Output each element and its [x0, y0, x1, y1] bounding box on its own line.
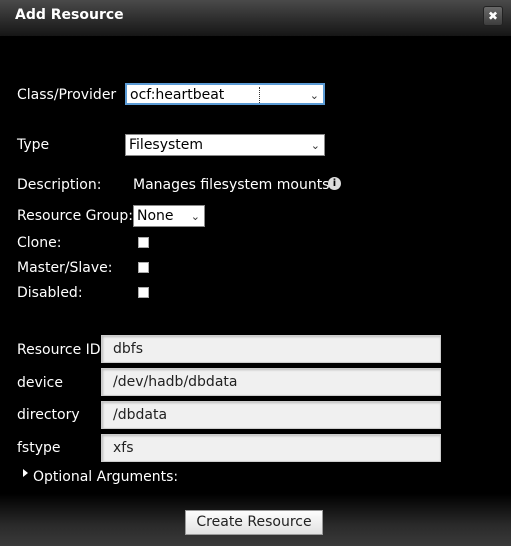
description-label: Description: [17, 177, 102, 193]
clone-checkbox[interactable] [138, 237, 149, 248]
resource-group-label: Resource Group: [17, 208, 133, 224]
chevron-down-icon: ⌄ [190, 210, 200, 223]
clone-label: Clone: [17, 235, 62, 251]
resource-group-value: None [137, 208, 174, 224]
close-icon[interactable]: ✖ [483, 6, 503, 26]
resource-id-label: Resource ID [17, 342, 101, 358]
text-cursor [259, 87, 260, 103]
resource-group-select[interactable]: None ⌄ [133, 205, 205, 227]
type-label: Type [17, 137, 50, 153]
dialog-titlebar: Add Resource ✖ [0, 0, 511, 36]
chevron-down-icon: ⌄ [309, 89, 319, 102]
master-slave-label: Master/Slave: [17, 260, 113, 276]
directory-label: directory [17, 407, 80, 423]
disabled-label: Disabled: [17, 285, 83, 301]
class-provider-label: Class/Provider [17, 87, 117, 103]
disabled-checkbox[interactable] [138, 287, 149, 298]
info-icon[interactable]: i [328, 177, 341, 190]
chevron-down-icon: ⌄ [310, 139, 320, 152]
device-input[interactable]: /dev/hadb/dbdata [101, 368, 441, 396]
resource-id-input[interactable]: dbfs [101, 335, 441, 363]
create-resource-button[interactable]: Create Resource [185, 510, 323, 535]
dialog-title: Add Resource [15, 7, 124, 23]
type-select[interactable]: Filesystem ⌄ [125, 134, 325, 156]
device-label: device [17, 375, 63, 391]
description-value: Manages filesystem mounts [133, 177, 330, 193]
fstype-label: fstype [17, 440, 61, 456]
class-provider-value: ocf:heartbeat [130, 87, 225, 103]
type-value: Filesystem [129, 137, 204, 153]
master-slave-checkbox[interactable] [138, 262, 149, 273]
directory-input[interactable]: /dbdata [101, 401, 441, 429]
triangle-right-icon[interactable] [23, 469, 28, 477]
optional-arguments-toggle[interactable]: Optional Arguments: [33, 469, 178, 485]
class-provider-select[interactable]: ocf:heartbeat ⌄ [125, 83, 325, 105]
fstype-input[interactable]: xfs [101, 434, 441, 462]
